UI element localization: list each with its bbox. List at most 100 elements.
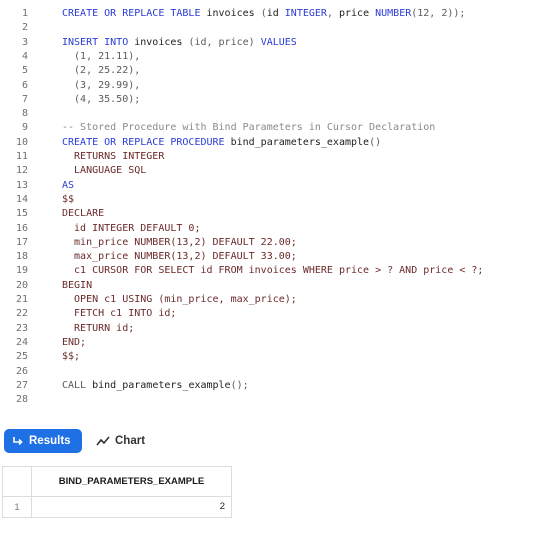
code-line[interactable]: min_price NUMBER(13,2) DEFAULT 22.00; bbox=[62, 236, 297, 250]
code-token: (12, 2)); bbox=[411, 8, 466, 19]
line-number: 25 bbox=[15, 351, 28, 363]
results-tab-label: Results bbox=[29, 435, 71, 447]
line-number: 6 bbox=[21, 79, 28, 91]
line-number: 23 bbox=[15, 322, 28, 334]
code-line[interactable]: max_price NUMBER(13,2) DEFAULT 33.00; bbox=[62, 250, 297, 264]
line-number: 7 bbox=[21, 93, 28, 105]
code-token: END; bbox=[62, 336, 87, 348]
code-line[interactable]: LANGUAGE SQL bbox=[62, 164, 146, 178]
code-token: AS bbox=[62, 179, 75, 191]
line-chart-icon bbox=[96, 436, 110, 446]
code-line[interactable]: (3, 29.99), bbox=[62, 79, 140, 93]
code-token: DECLARE bbox=[62, 208, 105, 220]
line-number: 3 bbox=[21, 36, 28, 48]
line-number: 19 bbox=[15, 265, 28, 277]
code-token: RETURNS INTEGER bbox=[62, 151, 165, 162]
code-token: NUMBER bbox=[375, 8, 412, 19]
code-token: c1 CURSOR FOR SELECT id FROM invoices WH… bbox=[62, 265, 484, 277]
code-token: RETURN id; bbox=[62, 322, 135, 334]
line-number: 9 bbox=[21, 122, 28, 134]
code-token: price bbox=[338, 8, 376, 19]
line-number: 14 bbox=[15, 193, 28, 205]
column-header-bind-parameters-example[interactable]: BIND_PARAMETERS_EXAMPLE bbox=[32, 467, 231, 496]
code-token: (3, 29.99), bbox=[62, 79, 141, 91]
line-number: 28 bbox=[15, 394, 28, 406]
code-line[interactable]: $$; bbox=[62, 350, 80, 364]
chart-tab-button[interactable]: Chart bbox=[96, 429, 145, 453]
code-line[interactable]: DECLARE bbox=[62, 207, 104, 221]
results-tab-button[interactable]: Results bbox=[4, 429, 82, 453]
code-line[interactable]: CALL bind_parameters_example(); bbox=[62, 379, 249, 393]
code-token: $$; bbox=[62, 351, 81, 363]
code-token: -- Stored Procedure with Bind Parameters… bbox=[62, 122, 436, 134]
code-token: BEGIN bbox=[62, 279, 93, 291]
line-number: 8 bbox=[21, 108, 28, 120]
code-line[interactable]: INSERT INTO invoices (id, price) VALUES bbox=[62, 36, 297, 50]
code-line[interactable]: AS bbox=[62, 179, 74, 193]
code-line[interactable]: (4, 35.50); bbox=[62, 93, 140, 107]
code-token: max_price NUMBER(13,2) DEFAULT 33.00; bbox=[62, 251, 297, 263]
code-token: $$ bbox=[62, 193, 75, 205]
code-token: , bbox=[326, 8, 339, 19]
line-number: 18 bbox=[15, 251, 28, 263]
line-number: 22 bbox=[15, 308, 28, 320]
line-number: 1 bbox=[21, 8, 28, 19]
code-token: (1, 21.11), bbox=[62, 50, 141, 62]
line-number: 12 bbox=[15, 165, 28, 177]
code-line[interactable]: c1 CURSOR FOR SELECT id FROM invoices WH… bbox=[62, 264, 483, 278]
results-table: BIND_PARAMETERS_EXAMPLE 1 2 bbox=[2, 466, 232, 518]
code-token: (4, 35.50); bbox=[62, 93, 141, 105]
code-line[interactable]: CREATE OR REPLACE PROCEDURE bind_paramet… bbox=[62, 136, 381, 150]
code-line[interactable]: id INTEGER DEFAULT 0; bbox=[62, 222, 200, 236]
code-token: id bbox=[266, 8, 285, 19]
code-token: INSERT INTO bbox=[62, 36, 135, 48]
line-number: 24 bbox=[15, 336, 28, 348]
code-line[interactable]: RETURN id; bbox=[62, 322, 134, 336]
code-token: () bbox=[369, 136, 382, 148]
line-number: 10 bbox=[15, 136, 28, 148]
line-number: 13 bbox=[15, 179, 28, 191]
line-number: 4 bbox=[21, 50, 28, 62]
line-number: 21 bbox=[15, 294, 28, 305]
line-number: 17 bbox=[15, 236, 28, 248]
line-number: 16 bbox=[15, 222, 28, 234]
code-token: CREATE OR REPLACE TABLE bbox=[62, 8, 207, 19]
return-arrow-icon bbox=[13, 437, 23, 446]
line-number: 5 bbox=[21, 65, 28, 77]
code-token: (id, price) bbox=[188, 36, 261, 48]
code-token: id INTEGER DEFAULT 0; bbox=[62, 222, 201, 234]
code-line[interactable]: RETURNS INTEGER bbox=[62, 150, 164, 164]
line-number: 15 bbox=[15, 208, 28, 220]
code-token: invoices bbox=[134, 36, 189, 48]
line-number: 20 bbox=[15, 279, 28, 291]
code-token: bind_parameters_example bbox=[230, 136, 370, 148]
line-number: 2 bbox=[21, 22, 28, 34]
code-line[interactable]: $$ bbox=[62, 193, 74, 207]
code-token: bind_parameters_example bbox=[92, 379, 231, 391]
code-line[interactable]: FETCH c1 INTO id; bbox=[62, 307, 176, 321]
table-cell[interactable]: 2 bbox=[32, 497, 225, 517]
code-line[interactable]: CREATE OR REPLACE TABLE invoices (id INT… bbox=[62, 7, 465, 21]
code-line[interactable]: END; bbox=[62, 336, 86, 350]
code-line[interactable]: (2, 25.22), bbox=[62, 64, 140, 78]
code-token: CREATE OR REPLACE PROCEDURE bbox=[62, 136, 231, 148]
line-number: 26 bbox=[15, 365, 28, 377]
code-token: FETCH c1 INTO id; bbox=[62, 308, 177, 320]
code-line[interactable]: (1, 21.11), bbox=[62, 50, 140, 64]
code-line[interactable]: BEGIN bbox=[62, 279, 92, 293]
code-token: invoices bbox=[206, 8, 261, 19]
line-number-gutter: 1 2 3 4 5 6 7 8 9 10 11 12 13 14 15 16 17 18 19 20 21 22 23 24 2… bbox=[0, 0, 36, 418]
code-token: (2, 25.22), bbox=[62, 65, 141, 77]
code-line[interactable]: -- Stored Procedure with Bind Parameters… bbox=[62, 121, 435, 135]
code-token: (); bbox=[230, 379, 249, 391]
sql-editor[interactable]: 1 2 3 4 5 6 7 8 9 10 11 12 13 14 15 16 17 18 19 20 21 22 23 24 2… bbox=[0, 0, 537, 418]
line-number: 11 bbox=[15, 151, 28, 162]
row-number: 1 bbox=[14, 502, 20, 512]
code-token: OPEN c1 USING (min_price, max_price); bbox=[62, 294, 297, 305]
code-token: min_price NUMBER(13,2) DEFAULT 22.00; bbox=[62, 236, 297, 248]
code-token: LANGUAGE SQL bbox=[62, 165, 147, 177]
code-token: INTEGER bbox=[284, 8, 327, 19]
code-token: CALL bbox=[62, 379, 93, 391]
code-line[interactable]: OPEN c1 USING (min_price, max_price); bbox=[62, 293, 297, 307]
code-token: VALUES bbox=[260, 36, 297, 48]
